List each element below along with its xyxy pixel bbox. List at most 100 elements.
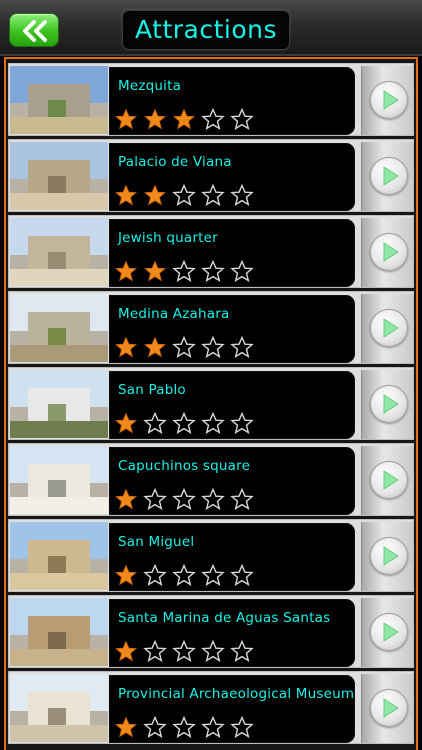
list-item[interactable]: San Miguel xyxy=(8,519,414,592)
list-item[interactable]: San Pablo xyxy=(8,367,414,440)
star-filled-icon xyxy=(114,640,138,662)
star-empty-icon xyxy=(172,488,196,510)
star-rating xyxy=(114,260,259,282)
star-empty-icon xyxy=(143,716,167,738)
star-empty-icon xyxy=(172,640,196,662)
attraction-name: San Pablo xyxy=(118,382,186,398)
top-bar: Attractions xyxy=(0,0,422,56)
open-details-button[interactable] xyxy=(361,218,413,287)
star-empty-icon xyxy=(143,488,167,510)
open-details-button[interactable] xyxy=(361,598,413,667)
attraction-thumbnail xyxy=(10,294,108,362)
play-arrow-icon xyxy=(383,394,399,414)
star-rating xyxy=(114,108,259,130)
star-empty-icon xyxy=(230,564,254,586)
attraction-thumbnail xyxy=(10,674,108,742)
star-filled-icon xyxy=(143,336,167,358)
star-filled-icon xyxy=(114,716,138,738)
list-item[interactable]: Capuchinos square xyxy=(8,443,414,516)
star-empty-icon xyxy=(230,488,254,510)
star-rating xyxy=(114,488,259,510)
page-title: Attractions xyxy=(122,10,290,50)
attraction-info-panel: Jewish quarter xyxy=(109,219,355,287)
star-filled-icon xyxy=(172,108,196,130)
star-empty-icon xyxy=(172,184,196,206)
attraction-name: Santa Marina de Aguas Santas xyxy=(118,610,331,626)
open-details-button[interactable] xyxy=(361,446,413,515)
star-empty-icon xyxy=(201,184,225,206)
star-filled-icon xyxy=(114,564,138,586)
play-arrow-icon xyxy=(383,166,399,186)
star-empty-icon xyxy=(201,260,225,282)
star-rating xyxy=(114,564,259,586)
star-empty-icon xyxy=(230,336,254,358)
star-empty-icon xyxy=(143,564,167,586)
attraction-name: Mezquita xyxy=(118,78,182,94)
star-empty-icon xyxy=(230,108,254,130)
attraction-info-panel: San Miguel xyxy=(109,523,355,591)
star-empty-icon xyxy=(201,108,225,130)
list-item[interactable]: Medina Azahara xyxy=(8,291,414,364)
star-filled-icon xyxy=(114,488,138,510)
double-chevron-left-icon xyxy=(23,20,47,42)
attraction-info-panel: Santa Marina de Aguas Santas xyxy=(109,599,355,667)
star-filled-icon xyxy=(114,108,138,130)
star-rating xyxy=(114,412,259,434)
open-details-button[interactable] xyxy=(361,142,413,211)
star-empty-icon xyxy=(230,412,254,434)
star-rating xyxy=(114,716,259,738)
back-button[interactable] xyxy=(9,13,59,47)
list-item[interactable]: Jewish quarter xyxy=(8,215,414,288)
star-rating xyxy=(114,640,259,662)
attraction-thumbnail xyxy=(10,522,108,590)
list-item[interactable]: Provincial Archaeological Museum xyxy=(8,671,414,744)
star-empty-icon xyxy=(172,336,196,358)
star-filled-icon xyxy=(114,260,138,282)
open-details-button[interactable] xyxy=(361,370,413,439)
attraction-info-panel: Provincial Archaeological Museum xyxy=(109,675,355,743)
attraction-thumbnail xyxy=(10,142,108,210)
star-filled-icon xyxy=(114,412,138,434)
attraction-info-panel: Palacio de Viana xyxy=(109,143,355,211)
list-item[interactable]: Palacio de Viana xyxy=(8,139,414,212)
star-filled-icon xyxy=(114,184,138,206)
open-details-button[interactable] xyxy=(361,294,413,363)
play-arrow-icon xyxy=(383,90,399,110)
play-arrow-icon xyxy=(383,242,399,262)
star-empty-icon xyxy=(201,488,225,510)
attraction-name: San Miguel xyxy=(118,534,195,550)
play-arrow-icon xyxy=(383,622,399,642)
star-empty-icon xyxy=(201,336,225,358)
open-details-button[interactable] xyxy=(361,674,413,743)
attraction-name: Capuchinos square xyxy=(118,458,251,474)
attractions-list[interactable]: Mezquita Palacio de Viana Jewish quarter Me… xyxy=(4,57,418,750)
play-arrow-icon xyxy=(383,546,399,566)
star-filled-icon xyxy=(143,108,167,130)
star-empty-icon xyxy=(230,716,254,738)
open-details-button[interactable] xyxy=(361,522,413,591)
open-details-button[interactable] xyxy=(361,66,413,135)
star-empty-icon xyxy=(201,640,225,662)
star-rating xyxy=(114,184,259,206)
star-empty-icon xyxy=(230,260,254,282)
star-filled-icon xyxy=(143,184,167,206)
star-empty-icon xyxy=(172,716,196,738)
list-item[interactable]: Mezquita xyxy=(8,63,414,136)
attraction-name: Palacio de Viana xyxy=(118,154,232,170)
star-empty-icon xyxy=(230,184,254,206)
star-empty-icon xyxy=(143,412,167,434)
star-empty-icon xyxy=(201,412,225,434)
star-empty-icon xyxy=(201,564,225,586)
play-arrow-icon xyxy=(383,698,399,718)
star-empty-icon xyxy=(201,716,225,738)
play-arrow-icon xyxy=(383,318,399,338)
attraction-thumbnail xyxy=(10,218,108,286)
attraction-info-panel: Capuchinos square xyxy=(109,447,355,515)
list-item[interactable]: Santa Marina de Aguas Santas xyxy=(8,595,414,668)
play-arrow-icon xyxy=(383,470,399,490)
star-empty-icon xyxy=(172,412,196,434)
star-empty-icon xyxy=(172,260,196,282)
attraction-thumbnail xyxy=(10,66,108,134)
star-empty-icon xyxy=(143,640,167,662)
attraction-info-panel: Mezquita xyxy=(109,67,355,135)
